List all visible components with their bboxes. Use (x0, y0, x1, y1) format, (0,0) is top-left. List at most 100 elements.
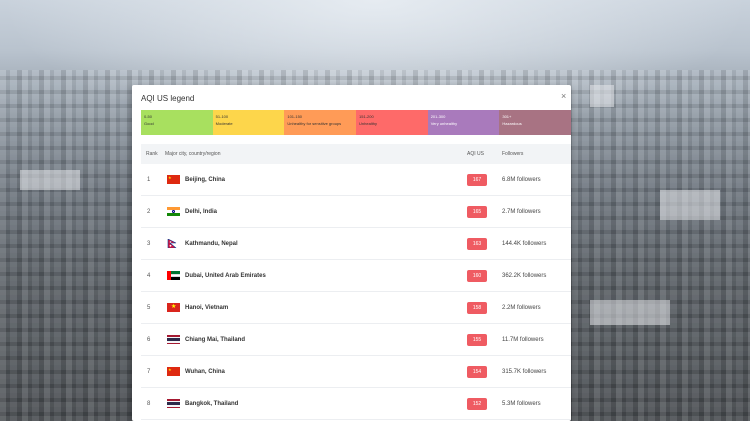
table-row[interactable]: 3 Kathmandu, Nepal 163 144.4K followers (141, 228, 571, 260)
followers-count: 11.7M followers (502, 336, 544, 343)
building (660, 190, 720, 220)
followers-cell: 2.2M followers (502, 305, 571, 311)
aqi-cell: 152 (467, 397, 502, 410)
city-name[interactable]: Hanoi, Vietnam (185, 305, 228, 311)
followers-count: 362.2K followers (502, 272, 547, 279)
aqi-badge: 155 (467, 333, 487, 346)
aqi-badge: 158 (467, 301, 487, 314)
legend-segment: 301+ Hazardous (499, 110, 571, 135)
rank-cell: 5 (147, 304, 151, 311)
table-row[interactable]: 8 Bangkok, Thailand 152 5.3M followers (141, 388, 571, 420)
legend-label: Unhealthy (359, 121, 378, 126)
aqi-badge: 160 (467, 269, 487, 282)
table-row[interactable]: 2 Delhi, India 165 2.7M followers (141, 196, 571, 228)
city-name[interactable]: Kathmandu, Nepal (185, 241, 238, 247)
header-rank: Rank (146, 151, 158, 157)
table-row[interactable]: 4 Dubai, United Arab Emirates 160 362.2K fo… (141, 260, 571, 292)
city-cell[interactable]: Kathmandu, Nepal (165, 239, 467, 248)
legend-range: 101-150 (287, 114, 303, 119)
building (590, 300, 670, 325)
thailand-flag-icon (167, 399, 180, 408)
legend-label: Good (144, 121, 154, 126)
china-flag-icon: ★ (167, 175, 180, 184)
followers-cell: 144.4K followers (502, 241, 571, 247)
city-cell[interactable]: ★ Beijing, China (165, 175, 467, 184)
aqi-cell: 167 (467, 173, 502, 186)
aqi-badge: 163 (467, 237, 487, 250)
followers-count: 144.4K followers (502, 240, 547, 247)
legend-range: 201-300 (430, 114, 446, 119)
rank-cell: 6 (147, 336, 151, 343)
aqi-cell: 165 (467, 205, 502, 218)
followers-cell: 362.2K followers (502, 273, 571, 279)
nepal-flag-icon (167, 239, 180, 248)
city-cell[interactable]: Dubai, United Arab Emirates (165, 271, 467, 280)
rank-cell: 1 (147, 176, 151, 183)
city-name[interactable]: Dubai, United Arab Emirates (185, 273, 266, 279)
aqi-cell: 155 (467, 333, 502, 346)
aqi-cell: 154 (467, 365, 502, 378)
followers-count: 2.2M followers (502, 304, 541, 311)
city-cell[interactable]: Chiang Mai, Thailand (165, 335, 467, 344)
followers-cell: 2.7M followers (502, 209, 571, 215)
table-body: 1 ★ Beijing, China 167 6.8M followers 2 Delhi,… (141, 164, 571, 420)
rank-cell: 2 (147, 208, 151, 215)
city-name[interactable]: Beijing, China (185, 177, 225, 183)
legend-segment: 51-100 Moderate (212, 110, 285, 135)
legend-range: 151-200 (359, 114, 374, 119)
rank-cell: 7 (147, 368, 151, 375)
table-row[interactable]: 5 ★ Hanoi, Vietnam 158 2.2M followers (141, 292, 571, 324)
thailand-flag-icon (167, 335, 180, 344)
legend-range: 301+ (502, 114, 512, 119)
city-cell[interactable]: ★ Hanoi, Vietnam (165, 303, 467, 312)
city-cell[interactable]: ★ Wuhan, China (165, 367, 467, 376)
close-icon[interactable]: × (561, 91, 569, 101)
city-name[interactable]: Wuhan, China (185, 369, 225, 375)
legend-range: 0-50 (144, 114, 153, 119)
aqi-legend: 0-50 Good 51-100 Moderate 101-150 Unhealthy f… (141, 110, 571, 135)
table-row[interactable]: 1 ★ Beijing, China 167 6.8M followers (141, 164, 571, 196)
legend-label: Very unhealthy (430, 121, 458, 126)
china-flag-icon: ★ (167, 367, 180, 376)
header-aqi: AQI US (467, 151, 484, 157)
header-followers: Followers (502, 151, 524, 157)
aqi-cell: 163 (467, 237, 502, 250)
aqi-cell: 158 (467, 301, 502, 314)
rank-cell: 4 (147, 272, 151, 279)
table-header: Rank Major city, country/region AQI US F… (141, 144, 571, 164)
rank-cell: 3 (147, 240, 151, 247)
aqi-cell: 160 (467, 269, 502, 282)
legend-label: Moderate (215, 121, 233, 126)
followers-cell: 5.3M followers (502, 401, 571, 407)
table-row[interactable]: 7 ★ Wuhan, China 154 315.7K followers (141, 356, 571, 388)
city-ranking-table: Rank Major city, country/region AQI US F… (141, 144, 571, 420)
india-flag-icon (167, 207, 180, 216)
followers-cell: 315.7K followers (502, 369, 571, 375)
building (20, 170, 80, 190)
aqi-badge: 165 (467, 205, 487, 218)
legend-segment: 0-50 Good (141, 110, 213, 135)
aqi-ranking-panel: AQI US legend × 0-50 Good 51-100 Moderate 10… (132, 85, 571, 421)
followers-cell: 11.7M followers (502, 337, 571, 343)
city-cell[interactable]: Delhi, India (165, 207, 467, 216)
legend-label: Hazardous (502, 121, 522, 126)
aqi-badge: 154 (467, 365, 487, 378)
city-name[interactable]: Chiang Mai, Thailand (185, 337, 245, 343)
table-row[interactable]: 6 Chiang Mai, Thailand 155 11.7M followers (141, 324, 571, 356)
city-name[interactable]: Bangkok, Thailand (185, 401, 238, 407)
legend-segment: 101-150 Unhealthy for sensitive groups (284, 110, 357, 135)
followers-count: 2.7M followers (502, 208, 541, 215)
aqi-badge: 167 (467, 173, 487, 186)
city-cell[interactable]: Bangkok, Thailand (165, 399, 467, 408)
legend-range: 51-100 (215, 114, 229, 119)
uae-flag-icon (167, 271, 180, 280)
panel-title: AQI US legend (141, 94, 195, 103)
followers-count: 315.7K followers (502, 368, 547, 375)
rank-cell: 8 (147, 400, 151, 407)
building (590, 85, 614, 107)
vietnam-flag-icon: ★ (167, 303, 180, 312)
header-city: Major city, country/region (165, 151, 221, 157)
followers-count: 6.8M followers (502, 176, 541, 183)
city-name[interactable]: Delhi, India (185, 209, 217, 215)
followers-cell: 6.8M followers (502, 177, 571, 183)
